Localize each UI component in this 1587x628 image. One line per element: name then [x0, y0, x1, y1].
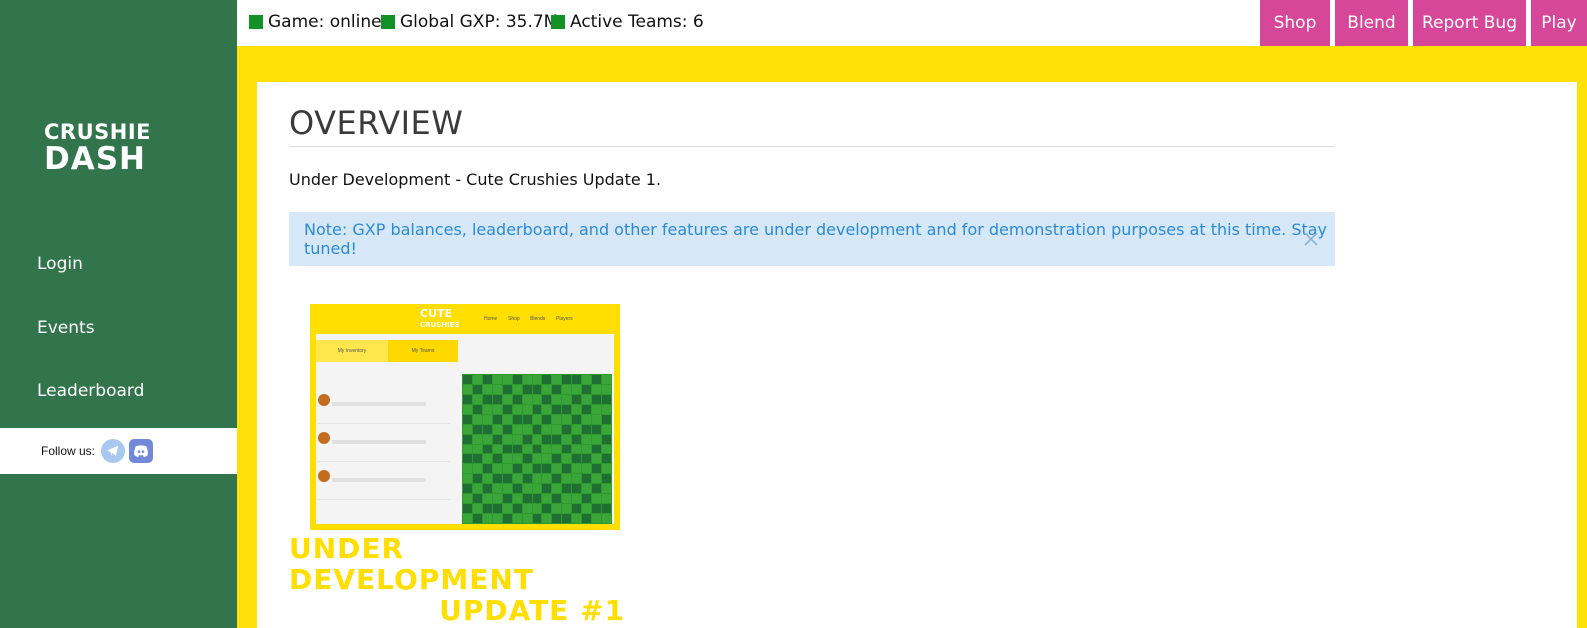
play-button[interactable]: Play [1531, 0, 1587, 46]
page-title: OVERVIEW [289, 104, 464, 142]
logo[interactable]: CRUSHIE DASH [44, 120, 151, 177]
promo-shot-tab: My Inventory [316, 340, 388, 362]
stat-active-teams: Active Teams: 6 [551, 12, 704, 32]
promo-caption-line1: UNDER DEVELOPMENT [289, 532, 534, 596]
promo-shot-map-grid [462, 374, 612, 524]
promo-shot-tab: My Teams [388, 340, 458, 362]
promo-shot-logo-line1: CUTE [420, 307, 453, 320]
promo-shot-row [318, 386, 450, 424]
promo-shot-nav: Shop [508, 316, 520, 322]
title-divider [289, 146, 1335, 147]
promo-shot-row [318, 462, 450, 500]
follow-label: Follow us: [41, 444, 96, 458]
top-bar: Game: online Global GXP: 35.7M Active Te… [237, 0, 1587, 46]
page-subtitle: Under Development - Cute Crushies Update… [289, 170, 662, 189]
sidebar: CRUSHIE DASH Login Events Leaderboard Fo… [0, 0, 237, 628]
follow-us-bar: Follow us: [0, 428, 237, 474]
nav-events[interactable]: Events [37, 318, 95, 338]
promo-caption-line2: UPDATE #1 [439, 593, 625, 627]
nav-leaderboard[interactable]: Leaderboard [37, 381, 144, 401]
promo-shot-nav: Home [484, 316, 498, 322]
logo-line2: DASH [44, 141, 146, 177]
shop-button[interactable]: Shop [1260, 0, 1330, 46]
discord-icon[interactable] [129, 439, 154, 463]
promo-shot-row [318, 424, 450, 462]
note-alert: Note: GXP balances, leaderboard, and oth… [289, 212, 1335, 266]
nav-login[interactable]: Login [37, 254, 83, 274]
stat-label: Global GXP: 35.7M [400, 12, 559, 32]
logo-line1: CRUSHIE [44, 120, 151, 144]
stat-label: Game: online [268, 12, 382, 32]
promo-shot-map [462, 374, 612, 524]
stat-global-gxp: Global GXP: 35.7M [381, 12, 558, 32]
promo-shot-nav: Blends [530, 316, 546, 322]
status-square-icon [381, 15, 395, 29]
promo-screenshot: CUTE CRUSHIES Home Shop Blends Players M… [310, 304, 620, 530]
stat-game-status: Game: online [249, 12, 382, 32]
status-square-icon [551, 15, 565, 29]
promo-shot-list [318, 386, 450, 500]
main-content: OVERVIEW Under Development - Cute Crushi… [257, 82, 1577, 628]
promo-shot-logo-line2: CRUSHIES [420, 320, 460, 329]
status-square-icon [249, 15, 263, 29]
note-text: Note: GXP balances, leaderboard, and oth… [304, 220, 1328, 258]
stat-label: Active Teams: 6 [570, 12, 704, 32]
promo-caption: UNDER DEVELOPMENT UPDATE #1 [289, 532, 629, 627]
blend-button[interactable]: Blend [1335, 0, 1408, 46]
report-bug-button[interactable]: Report Bug [1413, 0, 1526, 46]
promo-shot-nav: Players [556, 316, 573, 322]
telegram-icon[interactable] [101, 439, 126, 463]
close-icon[interactable] [1301, 229, 1321, 249]
promo-shot-logo: CUTE CRUSHIES [420, 307, 460, 329]
